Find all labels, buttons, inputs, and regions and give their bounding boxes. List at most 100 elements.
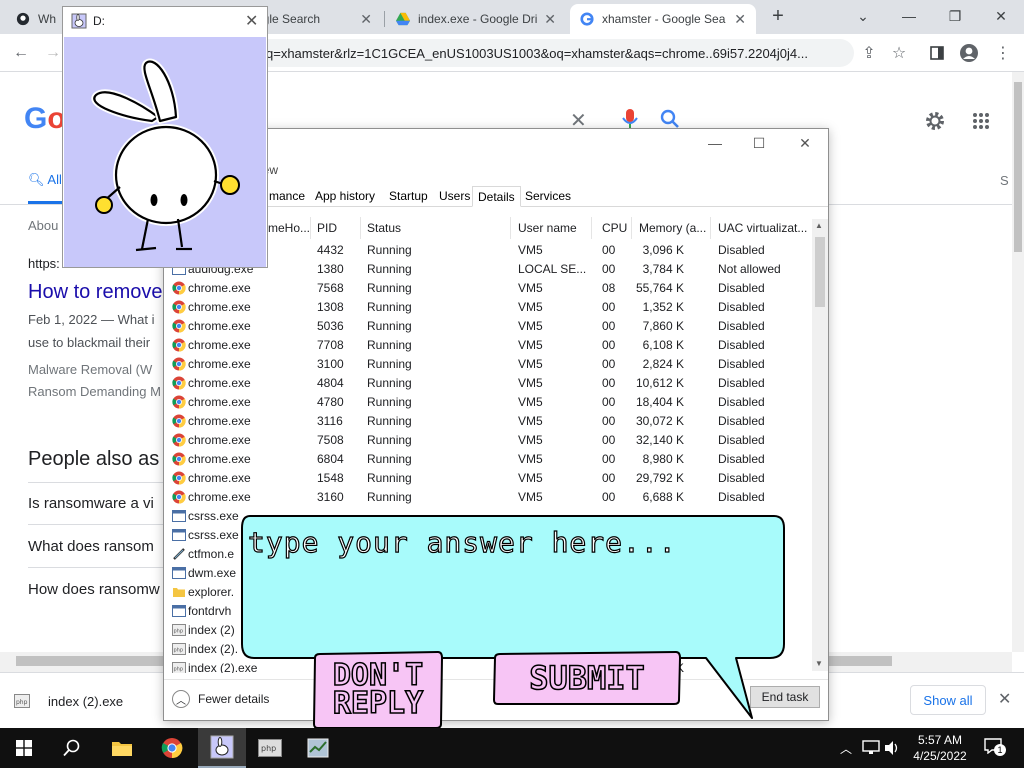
share-icon[interactable]: ⇪ xyxy=(856,40,882,66)
answer-input[interactable]: type your answer here... xyxy=(247,525,677,559)
settings-gear-icon[interactable] xyxy=(924,110,946,132)
start-button[interactable] xyxy=(0,728,48,768)
cell-cpu: 00 xyxy=(602,338,616,352)
scroll-up-icon[interactable]: ▲ xyxy=(815,221,823,230)
result-title-link[interactable]: How to remove xyxy=(28,281,163,304)
chrome-menu-icon[interactable]: ⋮ xyxy=(990,40,1016,66)
tab-all[interactable]: All xyxy=(47,172,61,187)
tab-services[interactable]: Services xyxy=(520,186,576,207)
column-cpu[interactable]: CPU xyxy=(602,221,627,235)
table-row[interactable]: chrome.exe 4804 Running VM5 00 10,612 K Disabl… xyxy=(164,374,812,393)
network-icon[interactable] xyxy=(862,740,880,756)
cell-status: Running xyxy=(367,490,412,504)
result-url[interactable]: https: xyxy=(28,256,60,271)
column-name-partial[interactable]: meHo... xyxy=(268,221,310,235)
submit-button[interactable]: SUBMIT xyxy=(492,650,682,706)
tab-performance[interactable]: mance xyxy=(264,186,310,207)
paa-question[interactable]: What does ransom xyxy=(28,538,154,555)
bunny-app-taskbar-button[interactable] xyxy=(198,728,246,768)
tab-app-history[interactable]: App history xyxy=(310,186,380,207)
column-memory[interactable]: Memory (a... xyxy=(639,221,706,235)
scrollbar-thumb[interactable] xyxy=(1014,82,1022,252)
notification-count-badge: 1 xyxy=(994,744,1006,756)
search-icon xyxy=(63,739,80,757)
close-icon[interactable]: ✕ xyxy=(245,11,258,31)
maximize-icon[interactable]: ☐ xyxy=(744,135,774,155)
table-row[interactable]: chrome.exe 7708 Running VM5 00 6,108 K Disable… xyxy=(164,336,812,355)
cell-status: Running xyxy=(367,395,412,409)
close-icon[interactable]: ✕ xyxy=(734,11,746,28)
cell-status: Running xyxy=(367,376,412,390)
tools-tab-partial[interactable]: S xyxy=(1000,173,1009,188)
cell-mem: 10,612 K xyxy=(635,376,684,390)
task-manager-taskbar-button[interactable] xyxy=(294,728,342,768)
microphone-icon[interactable] xyxy=(622,108,638,130)
back-arrow-icon[interactable]: ← xyxy=(8,40,34,66)
tab-details[interactable]: Details xyxy=(472,186,521,207)
download-item[interactable]: php index (2).exe xyxy=(14,683,154,719)
column-status[interactable]: Status xyxy=(367,221,401,235)
cell-name: csrss.exe xyxy=(188,509,239,523)
cell-user: VM5 xyxy=(518,357,543,371)
column-pid[interactable]: PID xyxy=(317,221,337,235)
paa-question[interactable]: How does ransomw xyxy=(28,581,160,598)
close-icon[interactable]: ✕ xyxy=(360,11,372,28)
close-icon[interactable]: ✕ xyxy=(998,689,1011,709)
notification-center-button[interactable]: 1 xyxy=(984,738,1006,758)
google-logo[interactable]: Go xyxy=(24,102,66,136)
paa-question[interactable]: Is ransomware a vi xyxy=(28,495,154,512)
column-user-name[interactable]: User name xyxy=(518,221,577,235)
tab-3[interactable]: index.exe - Google Dri ✕ xyxy=(386,4,566,34)
process-list-scrollbar[interactable]: ▲ ▼ xyxy=(812,219,828,671)
table-row[interactable]: chrome.exe 7508 Running VM5 00 32,140 K Disabl… xyxy=(164,431,812,450)
table-row[interactable]: chrome.exe 5036 Running VM5 00 7,860 K Disable… xyxy=(164,317,812,336)
new-tab-button[interactable]: + xyxy=(768,6,788,26)
tab-startup[interactable]: Startup xyxy=(384,186,433,207)
google-apps-icon[interactable] xyxy=(972,112,990,130)
dont-reply-button[interactable]: DON'T REPLY xyxy=(312,650,444,730)
php-app-taskbar-button[interactable]: php xyxy=(246,728,294,768)
scrollbar-thumb[interactable] xyxy=(815,237,825,307)
table-row[interactable]: chrome.exe 3160 Running VM5 00 6,688 K Disable… xyxy=(164,488,812,507)
search-icon[interactable] xyxy=(660,109,680,129)
table-row[interactable]: chrome.exe 1308 Running VM5 00 1,352 K Disable… xyxy=(164,298,812,317)
cell-pid: 1308 xyxy=(317,300,344,314)
tab-users[interactable]: Users xyxy=(434,186,475,207)
tab-search-icon[interactable]: ⌄ xyxy=(840,0,886,32)
table-row[interactable]: chrome.exe 1548 Running VM5 00 29,792 K Disabl… xyxy=(164,469,812,488)
profile-avatar-icon[interactable] xyxy=(956,40,982,66)
speaker-icon[interactable] xyxy=(884,740,900,756)
cell-user: VM5 xyxy=(518,452,543,466)
close-icon[interactable]: ✕ xyxy=(790,135,820,155)
show-all-button[interactable]: Show all xyxy=(910,685,986,715)
answer-popup: type your answer here... DON'T REPLY SUB… xyxy=(236,512,788,729)
table-row[interactable]: chrome.exe 7568 Running VM5 08 55,764 K Disabl… xyxy=(164,279,812,298)
search-button[interactable] xyxy=(48,728,96,768)
column-uac[interactable]: UAC virtualizat... xyxy=(718,221,807,235)
table-row[interactable]: chrome.exe 3116 Running VM5 00 30,072 K Disabl… xyxy=(164,412,812,431)
scroll-down-icon[interactable]: ▼ xyxy=(815,659,823,668)
chrome-icon xyxy=(172,490,186,504)
cell-status: Running xyxy=(367,262,412,276)
cell-name: chrome.exe xyxy=(188,357,251,371)
show-hidden-icons-icon[interactable]: ︿ xyxy=(840,740,852,757)
table-row[interactable]: chrome.exe 3100 Running VM5 00 2,824 K Disable… xyxy=(164,355,812,374)
chrome-taskbar-button[interactable] xyxy=(148,728,196,768)
bookmark-star-icon[interactable]: ☆ xyxy=(886,40,912,66)
close-icon[interactable]: ✕ xyxy=(544,11,556,28)
page-vertical-scrollbar[interactable] xyxy=(1012,72,1024,652)
related-result[interactable]: Malware Removal (W xyxy=(28,362,152,377)
table-row[interactable]: chrome.exe 6804 Running VM5 00 8,980 K Disable… xyxy=(164,450,812,469)
column-separator xyxy=(710,217,711,239)
system-clock[interactable]: 5:57 AM 4/25/2022 xyxy=(904,732,976,764)
file-explorer-button[interactable] xyxy=(98,728,146,768)
related-result[interactable]: Ransom Demanding M xyxy=(28,384,161,399)
minimize-icon[interactable]: — xyxy=(700,135,730,155)
restore-icon[interactable]: ❐ xyxy=(932,0,978,32)
table-row[interactable]: chrome.exe 4780 Running VM5 00 18,404 K Disabl… xyxy=(164,393,812,412)
side-panel-icon[interactable] xyxy=(924,40,950,66)
minimize-icon[interactable]: — xyxy=(886,0,932,32)
tab-4-active[interactable]: xhamster - Google Sea ✕ xyxy=(570,4,756,34)
cell-user: VM5 xyxy=(518,490,543,504)
close-window-icon[interactable]: ✕ xyxy=(978,0,1024,32)
